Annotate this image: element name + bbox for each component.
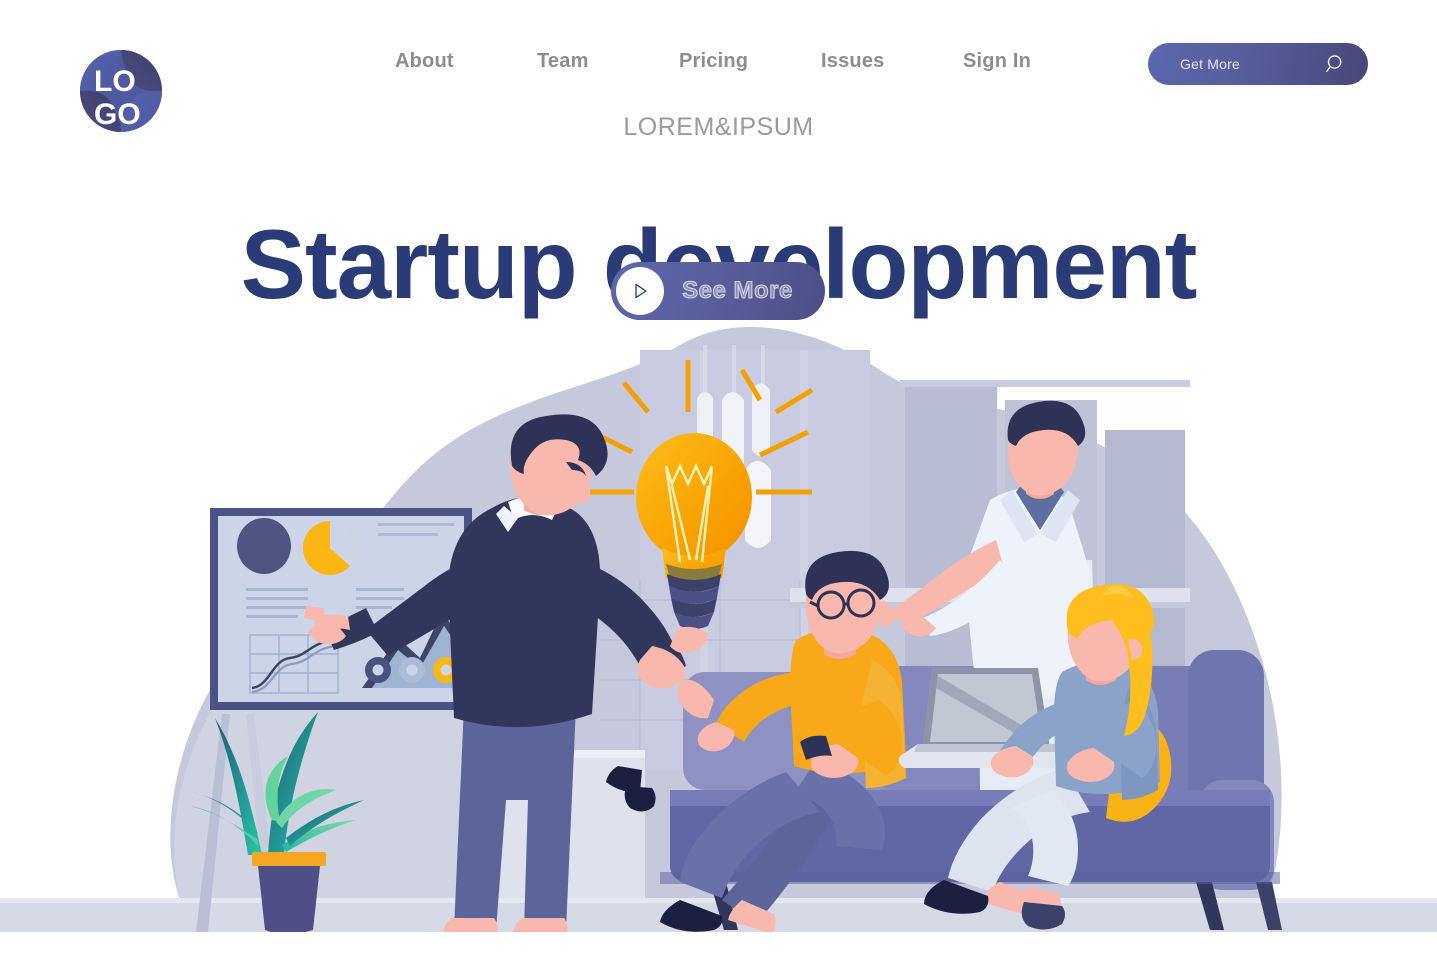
logo-text-bottom: GO (94, 98, 141, 131)
nav-item-team[interactable]: Team (537, 50, 679, 73)
see-more-label: See More (682, 277, 793, 305)
nav-item-sign-in[interactable]: Sign In (963, 50, 1083, 73)
play-icon[interactable] (616, 267, 664, 315)
donut-indicators (365, 657, 459, 683)
hero-illustration (0, 0, 1437, 980)
landing-page: LO GO About Team Pricing Issues Sign In … (0, 0, 1437, 980)
get-more-button[interactable]: Get More (1148, 43, 1368, 85)
site-header: LO GO About Team Pricing Issues Sign In … (0, 0, 1437, 132)
main-navigation: About Team Pricing Issues Sign In (395, 50, 1083, 73)
logo[interactable]: LO GO (76, 46, 166, 136)
nav-item-issues[interactable]: Issues (821, 50, 963, 73)
get-more-label: Get More (1180, 56, 1240, 72)
see-more-button[interactable]: See More (611, 262, 825, 320)
nav-item-about[interactable]: About (395, 50, 537, 73)
nav-item-pricing[interactable]: Pricing (679, 50, 821, 73)
search-icon[interactable] (1326, 54, 1346, 74)
logo-text-top: LO (94, 65, 136, 98)
